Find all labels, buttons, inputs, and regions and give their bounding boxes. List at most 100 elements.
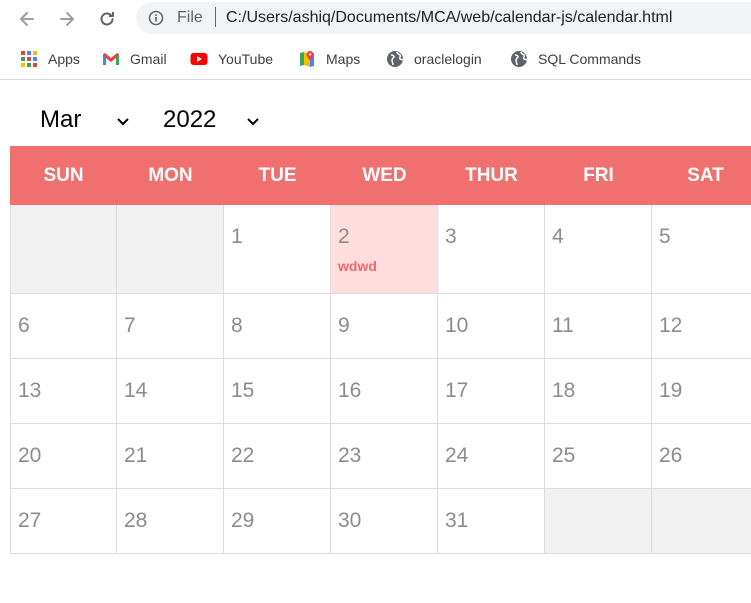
day-number: 14: [124, 379, 148, 402]
day-number: 31: [445, 509, 469, 532]
day-number: 17: [445, 379, 469, 402]
bookmark-label: SQL Commands: [538, 51, 641, 67]
day-cell[interactable]: 28: [117, 489, 224, 554]
day-number: 16: [338, 379, 362, 402]
maps-icon: [300, 51, 314, 67]
chevron-down-icon: [247, 118, 259, 126]
day-number: 7: [124, 314, 136, 337]
day-cell[interactable]: 7: [117, 294, 224, 359]
day-cell[interactable]: 27: [10, 489, 117, 554]
bookmark-sql-commands[interactable]: SQL Commands: [510, 48, 641, 70]
day-number: 6: [18, 314, 30, 337]
url-separator: [215, 7, 216, 27]
day-cell[interactable]: 17: [438, 359, 545, 424]
bookmark-apps[interactable]: Apps: [20, 48, 80, 70]
weekday-header: SUN MON TUE WED THUR FRI SAT: [10, 146, 751, 205]
bookmark-label: oraclelogin: [414, 51, 482, 67]
day-number: 9: [338, 314, 350, 337]
week-row: 20 21 22 23 24 25 26: [10, 424, 751, 489]
bookmark-label: Maps: [326, 51, 361, 67]
day-cell[interactable]: 14: [117, 359, 224, 424]
bookmark-youtube[interactable]: YouTube: [190, 48, 273, 70]
day-cell-empty: [117, 205, 224, 294]
day-cell[interactable]: 5: [652, 205, 751, 294]
day-number: 24: [445, 444, 469, 467]
weekday-tue: TUE: [258, 164, 297, 186]
day-cell-empty: [10, 205, 117, 294]
week-row: 13 14 15 16 17 18 19: [10, 359, 751, 424]
day-cell[interactable]: 16: [331, 359, 438, 424]
event-label[interactable]: wdwd: [338, 258, 377, 274]
day-cell[interactable]: 31: [438, 489, 545, 554]
day-cell[interactable]: 12: [652, 294, 751, 359]
weekday-mon: MON: [148, 164, 193, 186]
month-select[interactable]: Mar: [40, 102, 136, 138]
weekday-thur: THUR: [465, 164, 518, 186]
day-number: 20: [18, 444, 42, 467]
day-cell[interactable]: 24: [438, 424, 545, 489]
day-cell[interactable]: 18: [545, 359, 652, 424]
day-cell[interactable]: 3: [438, 205, 545, 294]
day-number: 21: [124, 444, 148, 467]
address-bar[interactable]: File C:/Users/ashiq/Documents/MCA/web/ca…: [136, 2, 751, 34]
week-row: 6 7 8 9 10 11 12: [10, 294, 751, 359]
day-cell[interactable]: 11: [545, 294, 652, 359]
globe-icon: [387, 51, 404, 67]
month-value: Mar: [40, 106, 82, 133]
day-cell[interactable]: 21: [117, 424, 224, 489]
bookmark-label: Gmail: [130, 51, 167, 67]
day-number: 19: [659, 379, 683, 402]
day-number: 5: [659, 225, 671, 248]
year-select[interactable]: 2022: [163, 102, 267, 138]
day-number: 28: [124, 509, 148, 532]
day-cell[interactable]: 1: [224, 205, 331, 294]
day-cell[interactable]: 20: [10, 424, 117, 489]
bookmark-maps[interactable]: Maps: [298, 48, 360, 70]
day-number: 25: [552, 444, 576, 467]
day-cell[interactable]: 30: [331, 489, 438, 554]
day-cell-empty: [545, 489, 652, 554]
reload-icon[interactable]: [94, 6, 120, 32]
day-cell[interactable]: 26: [652, 424, 751, 489]
day-number: 18: [552, 379, 576, 402]
day-cell-with-event[interactable]: 2 wdwd: [331, 205, 438, 294]
bookmark-gmail[interactable]: Gmail: [102, 48, 167, 70]
day-cell[interactable]: 19: [652, 359, 751, 424]
day-number: 4: [552, 225, 564, 248]
day-number: 22: [231, 444, 255, 467]
bookmark-label: YouTube: [218, 51, 274, 67]
day-cell[interactable]: 9: [331, 294, 438, 359]
day-number: 30: [338, 509, 362, 532]
weekday-fri: FRI: [583, 164, 614, 186]
day-cell[interactable]: 4: [545, 205, 652, 294]
day-number: 2: [338, 225, 350, 248]
bookmark-label: Apps: [48, 51, 80, 67]
day-cell[interactable]: 22: [224, 424, 331, 489]
day-number: 11: [552, 314, 574, 337]
bookmarks-bar: Apps Gmail YouTube Maps oraclelogin SQL …: [0, 38, 751, 80]
day-cell[interactable]: 29: [224, 489, 331, 554]
day-number: 23: [338, 444, 362, 467]
info-icon[interactable]: [148, 10, 164, 26]
forward-arrow-icon[interactable]: [54, 6, 80, 32]
day-number: 27: [18, 509, 42, 532]
day-cell[interactable]: 25: [545, 424, 652, 489]
back-arrow-icon[interactable]: [14, 6, 40, 32]
day-cell[interactable]: 8: [224, 294, 331, 359]
day-cell[interactable]: 15: [224, 359, 331, 424]
weekday-sat: SAT: [687, 164, 724, 186]
bookmark-oraclelogin[interactable]: oraclelogin: [386, 48, 482, 70]
day-cell[interactable]: 13: [10, 359, 117, 424]
gmail-icon: [103, 53, 119, 65]
url-scheme: File: [177, 9, 203, 26]
apps-grid-icon: [21, 51, 37, 67]
day-number: 13: [18, 379, 42, 402]
day-number: 1: [231, 225, 243, 248]
year-value: 2022: [163, 106, 217, 133]
day-number: 8: [231, 314, 243, 337]
day-cell[interactable]: 23: [331, 424, 438, 489]
day-cell[interactable]: 10: [438, 294, 545, 359]
day-number: 29: [231, 509, 255, 532]
url-text[interactable]: C:/Users/ashiq/Documents/MCA/web/calenda…: [226, 9, 672, 27]
day-cell[interactable]: 6: [10, 294, 117, 359]
